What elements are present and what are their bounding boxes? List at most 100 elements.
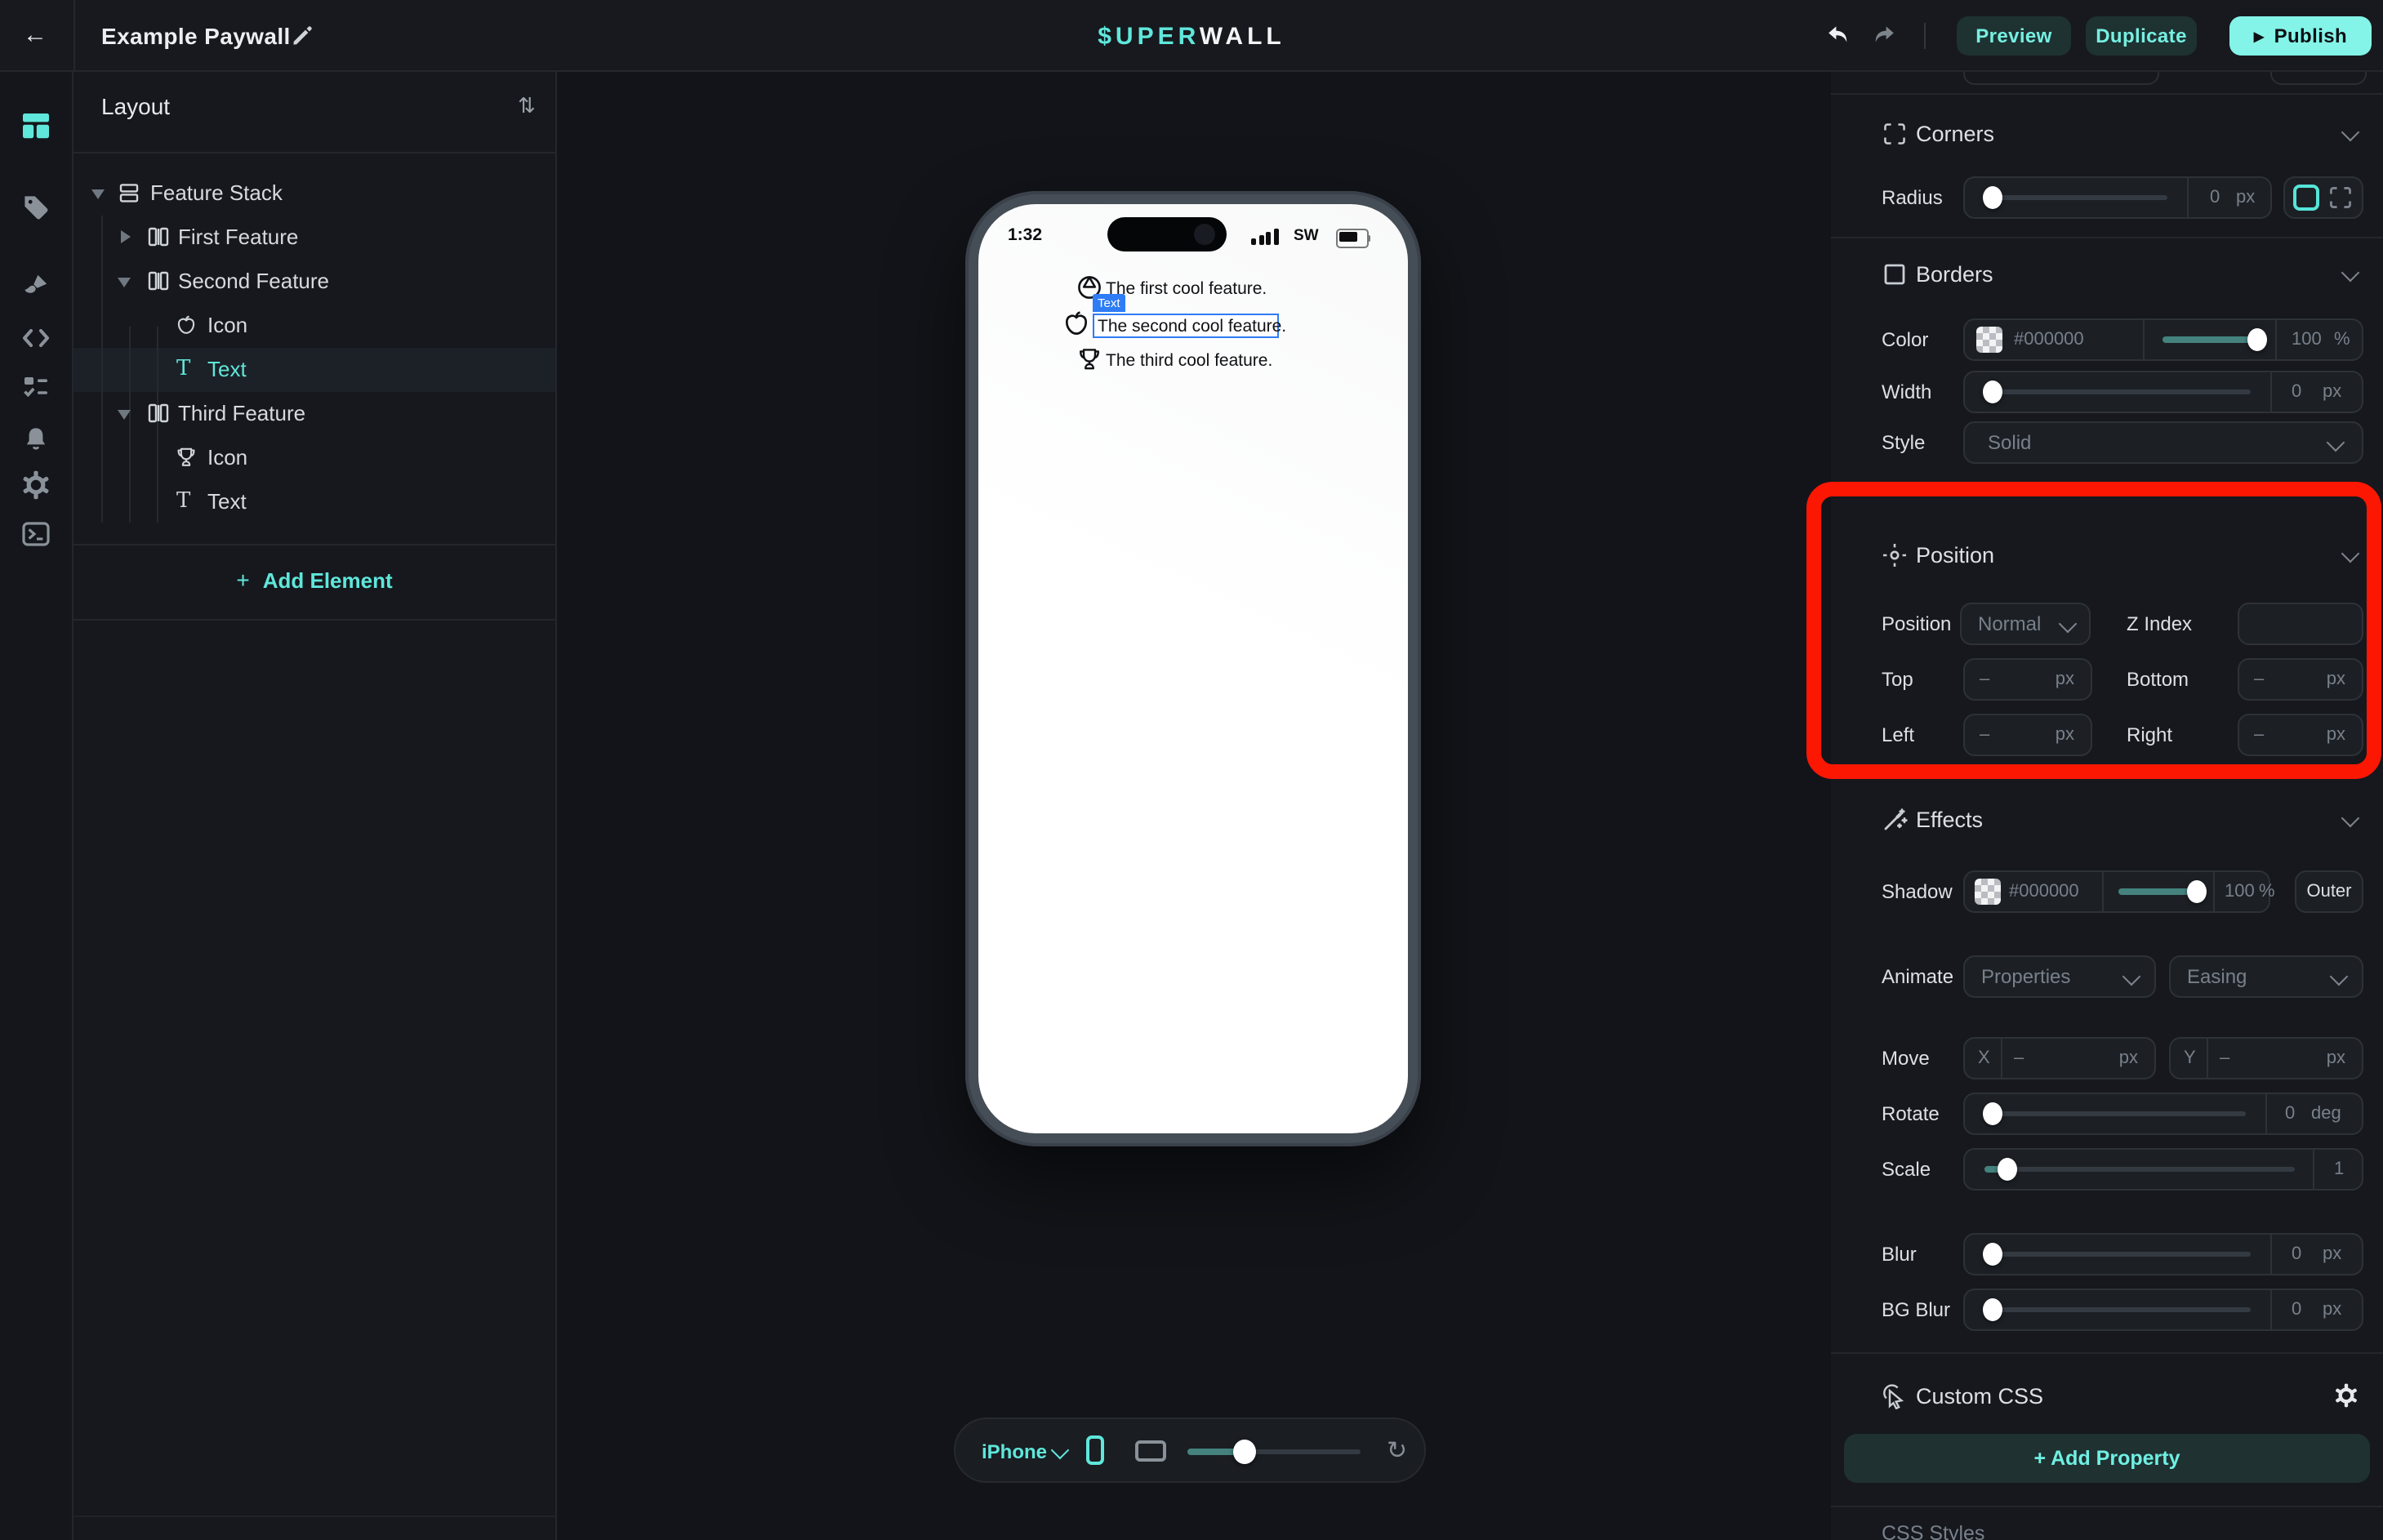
- phone-screen[interactable]: 1:32 SW The first cool feature.: [978, 204, 1408, 1133]
- caret-down-icon[interactable]: [118, 277, 131, 287]
- color-hex-input[interactable]: #000000: [2014, 330, 2084, 349]
- bell-icon[interactable]: [21, 425, 51, 454]
- carrier-label: SW: [1294, 227, 1319, 245]
- caret-down-icon[interactable]: [91, 189, 105, 198]
- chevron-down-icon[interactable]: [2341, 809, 2360, 828]
- corners-section-header[interactable]: Corners: [1831, 111, 2383, 157]
- landscape-icon[interactable]: [1135, 1440, 1166, 1462]
- tree-row-text-selected[interactable]: T Text: [73, 347, 555, 391]
- logo-suffix: WALL: [1200, 23, 1285, 51]
- shadow-opacity-knob[interactable]: [2187, 880, 2207, 903]
- tree-row-feature-stack[interactable]: Feature Stack: [73, 171, 555, 215]
- effects-section-header[interactable]: Effects: [1831, 797, 2383, 843]
- width-slider-knob[interactable]: [1983, 381, 2002, 403]
- apple-icon[interactable]: [1062, 309, 1091, 338]
- selection-box[interactable]: The second cool feature.: [1093, 313, 1279, 337]
- duplicate-button[interactable]: Duplicate: [2086, 16, 2197, 56]
- refresh-icon[interactable]: ↻: [1387, 1435, 1407, 1465]
- trophy-icon[interactable]: [1076, 346, 1102, 372]
- bg-blur-slider-knob[interactable]: [1983, 1298, 2002, 1321]
- bg-blur-row: BG Blur 0 px: [1831, 1289, 2383, 1331]
- terminal-icon[interactable]: [21, 519, 51, 549]
- columns-icon: [147, 402, 170, 425]
- shadow-mode-button[interactable]: Outer: [2295, 870, 2363, 913]
- blur-control: 0 px: [1963, 1233, 2363, 1275]
- tag-icon[interactable]: [21, 193, 51, 222]
- tree-row-text[interactable]: T Text: [73, 479, 555, 523]
- topbar-group-divider: [1924, 23, 1926, 49]
- scale-slider-knob[interactable]: [1998, 1158, 2017, 1181]
- border-width-control: 0 px: [1963, 371, 2363, 413]
- tree-row-second-feature[interactable]: Second Feature: [73, 259, 555, 303]
- feature-text-1[interactable]: The first cool feature.: [1106, 278, 1267, 298]
- chevron-down-icon: [2327, 434, 2345, 452]
- portrait-icon[interactable]: [1086, 1435, 1104, 1465]
- radius-slider-knob[interactable]: [1983, 186, 2002, 209]
- gear-icon[interactable]: [21, 470, 51, 500]
- signal-icon: [1251, 229, 1287, 245]
- css-styles-label: CSS Styles: [1882, 1522, 1984, 1540]
- rotate-control: 0 deg: [1963, 1093, 2363, 1135]
- borders-section-header[interactable]: Borders: [1831, 251, 2383, 297]
- rotate-slider-knob[interactable]: [1983, 1102, 2002, 1125]
- panel-divider: [73, 152, 555, 154]
- panel-divider: [73, 619, 555, 621]
- chevron-down-icon[interactable]: [1051, 1441, 1070, 1460]
- width-slider[interactable]: [1984, 389, 2251, 394]
- dynamic-island: [1107, 217, 1227, 251]
- redo-icon[interactable]: [1872, 24, 1898, 47]
- chevron-down-icon[interactable]: [2341, 123, 2360, 142]
- radius-control: 0 px: [1963, 176, 2272, 219]
- animate-properties-dropdown[interactable]: Properties: [1963, 955, 2156, 998]
- sort-icon[interactable]: ⇅: [518, 93, 536, 119]
- rotate-row: Rotate 0 deg: [1831, 1093, 2383, 1135]
- feature-text-3[interactable]: The third cool feature.: [1106, 350, 1272, 370]
- publish-button[interactable]: ▶ Publish: [2229, 16, 2372, 56]
- scale-slider[interactable]: [1984, 1167, 2295, 1172]
- feature-text-2[interactable]: The second cool feature.: [1098, 317, 1286, 336]
- inspector-panel: Corners Radius 0 px: [1831, 72, 2383, 1540]
- rotate-slider[interactable]: [1984, 1111, 2246, 1116]
- border-color-control: #000000 100 %: [1963, 318, 2363, 361]
- zoom-slider-knob[interactable]: [1233, 1440, 1256, 1464]
- layout-grid-icon[interactable]: [21, 111, 51, 140]
- move-x-input[interactable]: X – px: [1963, 1037, 2156, 1079]
- move-y-input[interactable]: Y – px: [2169, 1037, 2363, 1079]
- radius-mode-toggle: [2283, 176, 2363, 219]
- shadow-control: #000000 100 %: [1963, 870, 2270, 913]
- tree-row-third-feature[interactable]: Third Feature: [73, 391, 555, 435]
- bg-blur-slider[interactable]: [1984, 1307, 2251, 1312]
- cursor-icon: [1882, 1383, 1908, 1409]
- custom-css-section-header[interactable]: Custom CSS: [1831, 1373, 2383, 1419]
- checklist-icon[interactable]: [21, 372, 51, 402]
- shadow-hex-input[interactable]: #000000: [2009, 882, 2079, 901]
- css-settings-gear-icon[interactable]: [2334, 1383, 2359, 1408]
- animate-easing-dropdown[interactable]: Easing: [2169, 955, 2363, 998]
- preview-button[interactable]: Preview: [1957, 16, 2071, 56]
- border-style-dropdown[interactable]: Solid: [1963, 421, 2363, 464]
- blur-slider[interactable]: [1984, 1252, 2251, 1257]
- code-icon[interactable]: [21, 323, 51, 353]
- paint-brush-icon[interactable]: [21, 271, 51, 300]
- per-corner-radius-button[interactable]: [2327, 185, 2354, 211]
- panel-divider: [73, 544, 555, 545]
- undo-icon[interactable]: [1824, 24, 1851, 47]
- add-property-button[interactable]: + Add Property: [1844, 1434, 2370, 1483]
- device-selector[interactable]: iPhone: [982, 1440, 1047, 1463]
- scale-row: Scale 1: [1831, 1148, 2383, 1191]
- chevron-down-icon: [2330, 968, 2349, 986]
- corners-icon: [1882, 121, 1908, 147]
- radius-slider[interactable]: [1984, 195, 2167, 200]
- tree-row-first-feature[interactable]: First Feature: [73, 215, 555, 259]
- add-element-button[interactable]: + Add Element: [73, 557, 555, 603]
- caret-right-icon[interactable]: [121, 229, 131, 243]
- tree-row-icon[interactable]: Icon: [73, 435, 555, 479]
- uniform-radius-button[interactable]: [2293, 185, 2319, 211]
- blur-slider-knob[interactable]: [1983, 1243, 2002, 1266]
- section-divider: [1831, 1352, 2383, 1354]
- chevron-down-icon[interactable]: [2341, 264, 2360, 283]
- opacity-slider-knob[interactable]: [2247, 328, 2267, 351]
- tree-row-icon[interactable]: Icon: [73, 303, 555, 347]
- color-swatch[interactable]: [1976, 327, 2002, 353]
- caret-down-icon[interactable]: [118, 409, 131, 419]
